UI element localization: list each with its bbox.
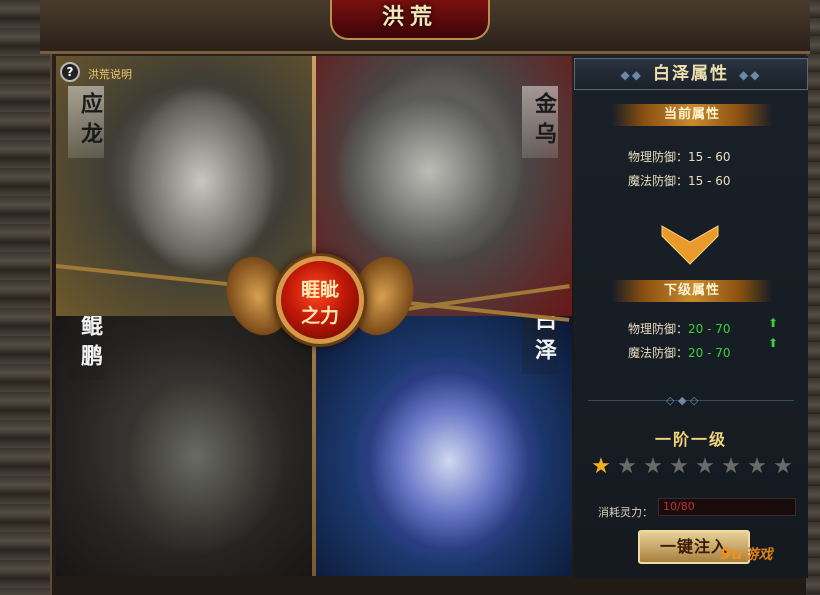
- next-attrs-heading: 下级属性: [612, 280, 772, 302]
- attr-value: 15 - 60: [688, 174, 731, 188]
- arrow-up-icon: ⬆: [768, 316, 779, 330]
- chevron-down-icon: [661, 225, 719, 265]
- watermark-suffix: 游戏: [744, 547, 773, 563]
- power-orb: 睚眦 之力: [276, 256, 364, 344]
- right-chain-border: [806, 0, 820, 595]
- attr-label: 物理防御：: [628, 150, 689, 164]
- star-empty-icon: ★: [695, 454, 715, 479]
- attribute-panel: ◆◆ 白泽属性 ◆◆ 当前属性 物理防御：15 - 60 魔法防御：15 - 60 …: [574, 56, 808, 578]
- watermark-logo: 9u 游戏: [720, 544, 773, 564]
- star-rating: ★ ★ ★ ★ ★ ★ ★ ★: [590, 456, 800, 480]
- ornament-icon: ◇ ◆ ◇: [666, 394, 699, 407]
- star-empty-icon: ★: [643, 454, 663, 479]
- attr-label: 物理防御：: [628, 322, 689, 336]
- next-attr-magic: 魔法防御：20 - 70: [628, 344, 731, 361]
- question-icon: ?: [66, 65, 74, 79]
- crow-image: [334, 76, 524, 266]
- star-empty-icon: ★: [617, 454, 637, 479]
- help-label[interactable]: 洪荒说明: [88, 66, 132, 82]
- current-attr-magic: 魔法防御：15 - 60: [628, 172, 731, 189]
- watermark-brand: 9u: [720, 544, 743, 563]
- current-attrs-heading: 当前属性: [612, 104, 772, 126]
- diamond-ornament-icon: ◆◆: [620, 68, 643, 82]
- orb-line-2: 之力: [300, 305, 339, 327]
- attr-value: 20 - 70: [688, 322, 731, 336]
- beast-name-kunpeng: 鲲鹏: [68, 316, 104, 380]
- level-label: 一阶一级: [654, 430, 727, 449]
- current-attr-physical: 物理防御：15 - 60: [628, 148, 731, 165]
- star-empty-icon: ★: [747, 454, 767, 479]
- beast-name-yinglong: 应龙: [68, 86, 104, 158]
- left-chain-border: [0, 0, 52, 595]
- attr-value: 20 - 70: [688, 346, 731, 360]
- attr-label: 魔法防御：: [628, 174, 689, 188]
- cost-value: 10/80: [663, 500, 695, 513]
- kunpeng-image: [106, 356, 286, 556]
- diamond-ornament-icon: ◆◆: [739, 68, 762, 82]
- panel-header: ◆◆ 白泽属性 ◆◆: [574, 58, 808, 90]
- star-empty-icon: ★: [773, 454, 793, 479]
- window-title: 洪荒: [330, 0, 490, 40]
- star-empty-icon: ★: [669, 454, 689, 479]
- center-medallion: 睚眦 之力: [216, 246, 424, 376]
- next-attr-physical: 物理防御：20 - 70: [628, 320, 731, 337]
- attr-label: 魔法防御：: [628, 346, 689, 360]
- cost-progress-bar: 10/80: [658, 498, 796, 516]
- cost-label: 消耗灵力：: [598, 506, 653, 519]
- star-empty-icon: ★: [721, 454, 741, 479]
- orb-line-1: 睚眦: [300, 279, 339, 301]
- arrow-up-icon: ⬆: [768, 336, 779, 350]
- beast-name-baize: 白泽: [522, 316, 558, 374]
- attr-value: 15 - 60: [688, 150, 731, 164]
- star-filled-icon: ★: [591, 454, 611, 479]
- beast-name-jinwu: 金乌: [522, 86, 558, 158]
- baize-image: [354, 356, 544, 566]
- help-button[interactable]: ?: [60, 62, 80, 82]
- panel-title: 白泽属性: [653, 64, 729, 84]
